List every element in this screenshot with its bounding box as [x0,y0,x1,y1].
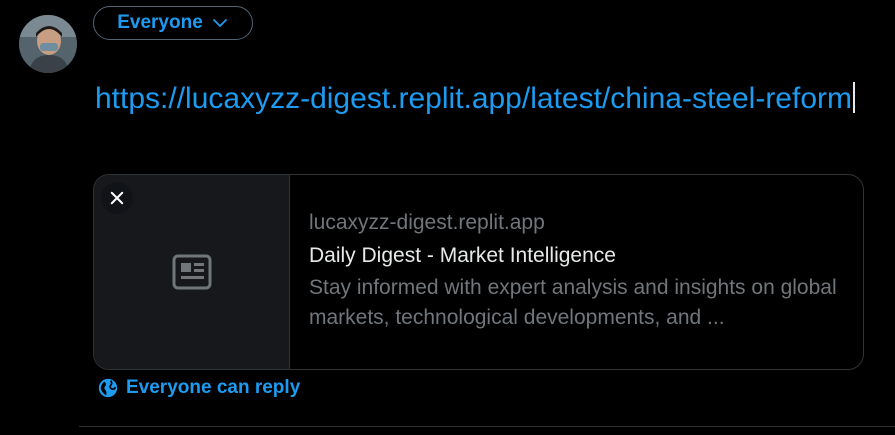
avatar-image [19,15,77,73]
link-card-body: lucaxyzz-digest.replit.app Daily Digest … [290,175,863,369]
audience-selector-button[interactable]: Everyone [93,6,253,40]
compose-text-content: https://lucaxyzz-digest.replit.app/lates… [95,82,852,115]
reply-setting-button[interactable]: Everyone can reply [97,377,300,399]
link-card-thumbnail [94,175,290,369]
close-icon [110,191,124,205]
avatar[interactable] [19,15,77,73]
link-card-description: Stay informed with expert analysis and i… [309,276,837,329]
composer-divider [79,426,895,427]
remove-card-button[interactable] [101,182,133,214]
text-caret [853,82,855,113]
globe-icon [98,378,118,398]
link-preview-card[interactable]: lucaxyzz-digest.replit.app Daily Digest … [93,174,864,370]
link-card-domain: lucaxyzz-digest.replit.app [309,211,545,234]
reply-setting-label: Everyone can reply [126,377,301,398]
audience-label: Everyone [117,12,203,33]
newspaper-icon [172,254,211,290]
tweet-compose-input[interactable]: https://lucaxyzz-digest.replit.app/lates… [95,80,855,118]
link-card-title: Daily Digest - Market Intelligence [309,244,616,267]
chevron-down-icon [212,19,227,27]
